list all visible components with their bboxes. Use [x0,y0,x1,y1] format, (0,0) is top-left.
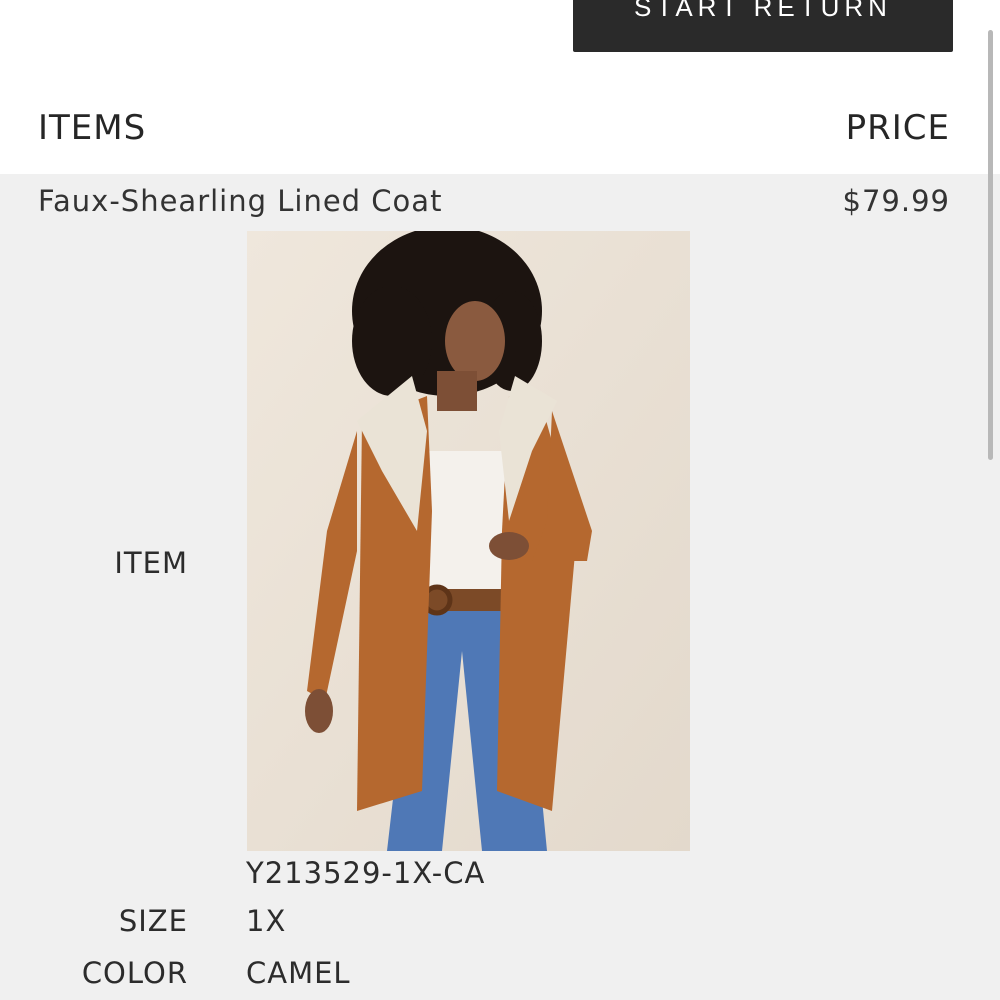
size-label: SIZE [118,904,188,938]
item-price: $79.99 [842,184,950,218]
scrollbar[interactable] [988,30,993,460]
items-column-header: ITEMS [38,108,147,148]
start-return-label: START RETURN [634,0,892,22]
item-sku: Y213529-1X-CA [246,856,486,890]
price-column-header: PRICE [845,108,950,148]
item-label: ITEM [114,546,188,580]
color-value: CAMEL [246,956,351,990]
product-photo[interactable] [247,231,690,851]
product-photo-illustration [247,231,690,851]
size-value: 1X [246,904,287,938]
start-return-button[interactable]: START RETURN [573,0,953,52]
items-table-header: ITEMS PRICE [0,108,1000,174]
item-name: Faux-Shearling Lined Coat [38,184,443,218]
item-row: Faux-Shearling Lined Coat $79.99 ITEM Y2… [0,174,1000,1000]
color-label: COLOR [81,956,188,990]
